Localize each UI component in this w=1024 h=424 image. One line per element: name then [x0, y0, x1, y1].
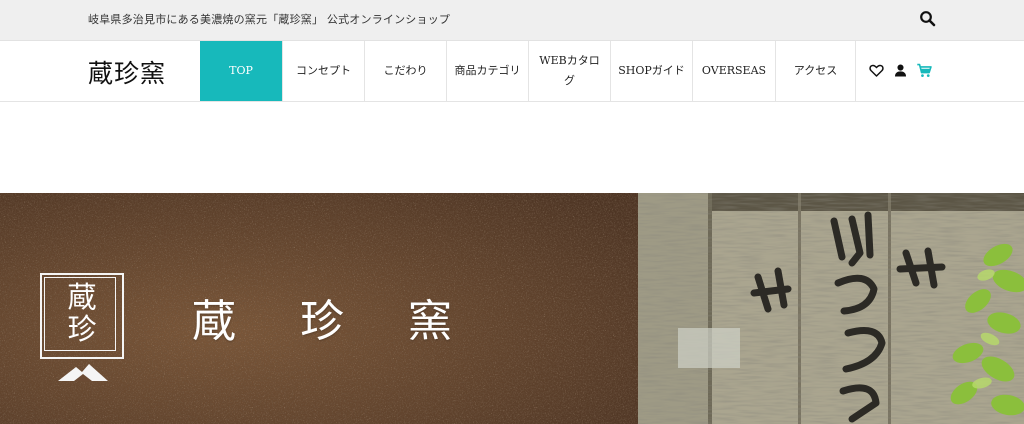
nav-item-shop-guide[interactable]: SHOPガイド	[611, 41, 693, 101]
hero-banner: 蔵 珍 蔵珍窯	[0, 193, 1024, 424]
nav-item-overseas[interactable]: OVERSEAS	[693, 41, 776, 101]
user-icon[interactable]	[892, 62, 909, 79]
nav-item-web-catalog[interactable]: WEBカタログ	[529, 41, 611, 101]
hero-title: 蔵珍窯	[192, 296, 516, 347]
hero-noren-curtain-image	[638, 193, 1024, 424]
site-tagline: 岐阜県多治見市にある美濃焼の窯元「蔵珍窯」 公式オンラインショップ	[88, 13, 451, 26]
header-icons	[868, 62, 933, 79]
mountain-icon	[58, 364, 108, 381]
nav-item-concept[interactable]: コンセプト	[283, 41, 365, 101]
heart-icon[interactable]	[868, 62, 885, 79]
nav-item-access[interactable]: アクセス	[776, 41, 856, 101]
nav-item-category[interactable]: 商品カテゴリ	[447, 41, 529, 101]
main-nav: TOP コンセプト こだわり 商品カテゴリ WEBカタログ SHOPガイド OV…	[200, 41, 856, 101]
nav-item-kodawari[interactable]: こだわり	[365, 41, 447, 101]
top-announcement-bar: 岐阜県多治見市にある美濃焼の窯元「蔵珍窯」 公式オンラインショップ	[0, 0, 1024, 41]
site-header: 蔵珍窯 TOP コンセプト こだわり 商品カテゴリ WEBカタログ SHOPガイ…	[0, 41, 1024, 102]
hero-logo-char-2: 珍	[67, 312, 97, 346]
cart-icon[interactable]	[916, 62, 933, 79]
site-logo[interactable]: 蔵珍窯	[88, 54, 166, 90]
hero-logo-mark: 蔵 珍	[40, 273, 126, 385]
nav-item-top[interactable]: TOP	[200, 41, 283, 101]
hero-logo-char-1: 蔵	[67, 280, 97, 314]
search-icon[interactable]	[918, 9, 938, 29]
